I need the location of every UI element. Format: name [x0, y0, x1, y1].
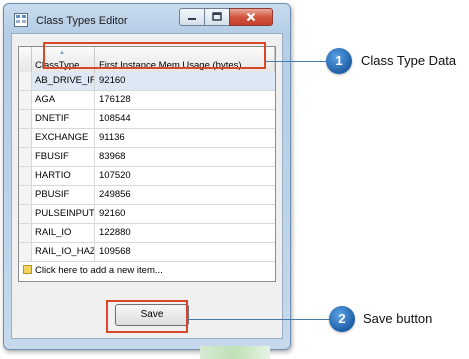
cell-classtype[interactable]: HARTIO — [31, 167, 95, 185]
save-button-highlight — [106, 300, 188, 333]
app-icon — [14, 13, 28, 27]
maximize-icon — [212, 12, 222, 21]
table-row[interactable]: EXCHANGE 91136 — [19, 129, 275, 148]
cell-mem-usage[interactable]: 249856 — [95, 186, 275, 204]
close-button[interactable] — [229, 8, 273, 26]
table-row[interactable]: PULSEINPUT 92160 — [19, 205, 275, 224]
cell-classtype[interactable]: PULSEINPUT — [31, 205, 95, 223]
callout-connector — [188, 319, 338, 320]
cell-mem-usage[interactable]: 109568 — [95, 243, 275, 261]
new-item-icon — [23, 265, 32, 274]
window-client-area: ▲ ClassType First Instance Mem Usage (by… — [11, 33, 283, 339]
cell-mem-usage[interactable]: 122880 — [95, 224, 275, 242]
cell-classtype[interactable]: PBUSIF — [31, 186, 95, 204]
callout-label-class-type-data: Class Type Data — [361, 53, 457, 68]
background-decoration — [200, 346, 270, 359]
callout-label-save-button: Save button — [363, 311, 433, 326]
cell-classtype[interactable]: FBUSIF — [31, 148, 95, 166]
cell-classtype[interactable]: AGA — [31, 91, 95, 109]
table-row[interactable]: DNETIF 108544 — [19, 110, 275, 129]
cell-mem-usage[interactable]: 92160 — [95, 72, 275, 90]
cell-mem-usage[interactable]: 107520 — [95, 167, 275, 185]
callout-badge-1: 1 — [326, 48, 352, 74]
close-icon — [246, 12, 256, 22]
grid-body: AB_DRIVE_IF 92160 AGA 176128 DNETIF 1085… — [19, 72, 275, 280]
cell-classtype[interactable]: RAIL_IO_HAZ — [31, 243, 95, 261]
cell-mem-usage[interactable]: 108544 — [95, 110, 275, 128]
table-row[interactable]: AGA 176128 — [19, 91, 275, 110]
cell-classtype[interactable]: DNETIF — [31, 110, 95, 128]
minimize-button[interactable] — [179, 8, 205, 26]
add-new-item-label: Click here to add a new item... — [35, 265, 163, 276]
table-row[interactable]: FBUSIF 83968 — [19, 148, 275, 167]
cell-mem-usage[interactable]: 91136 — [95, 129, 275, 147]
cell-classtype[interactable]: AB_DRIVE_IF — [31, 72, 95, 90]
title-bar: Class Types Editor — [4, 4, 290, 34]
window-title: Class Types Editor — [36, 15, 128, 27]
class-type-data-highlight — [43, 42, 266, 69]
table-row[interactable]: PBUSIF 249856 — [19, 186, 275, 205]
table-row[interactable]: AB_DRIVE_IF 92160 — [19, 72, 275, 91]
cell-mem-usage[interactable]: 83968 — [95, 148, 275, 166]
cell-classtype[interactable]: EXCHANGE — [31, 129, 95, 147]
class-types-grid[interactable]: ▲ ClassType First Instance Mem Usage (by… — [18, 46, 276, 282]
cell-mem-usage[interactable]: 92160 — [95, 205, 275, 223]
table-row[interactable]: RAIL_IO 122880 — [19, 224, 275, 243]
cell-mem-usage[interactable]: 176128 — [95, 91, 275, 109]
minimize-icon — [188, 18, 196, 20]
callout-badge-2: 2 — [329, 306, 355, 332]
table-row[interactable]: RAIL_IO_HAZ 109568 — [19, 243, 275, 262]
cell-classtype[interactable]: RAIL_IO — [31, 224, 95, 242]
maximize-button[interactable] — [204, 8, 230, 26]
table-row[interactable]: HARTIO 107520 — [19, 167, 275, 186]
add-new-item-row[interactable]: Click here to add a new item... — [19, 262, 275, 280]
